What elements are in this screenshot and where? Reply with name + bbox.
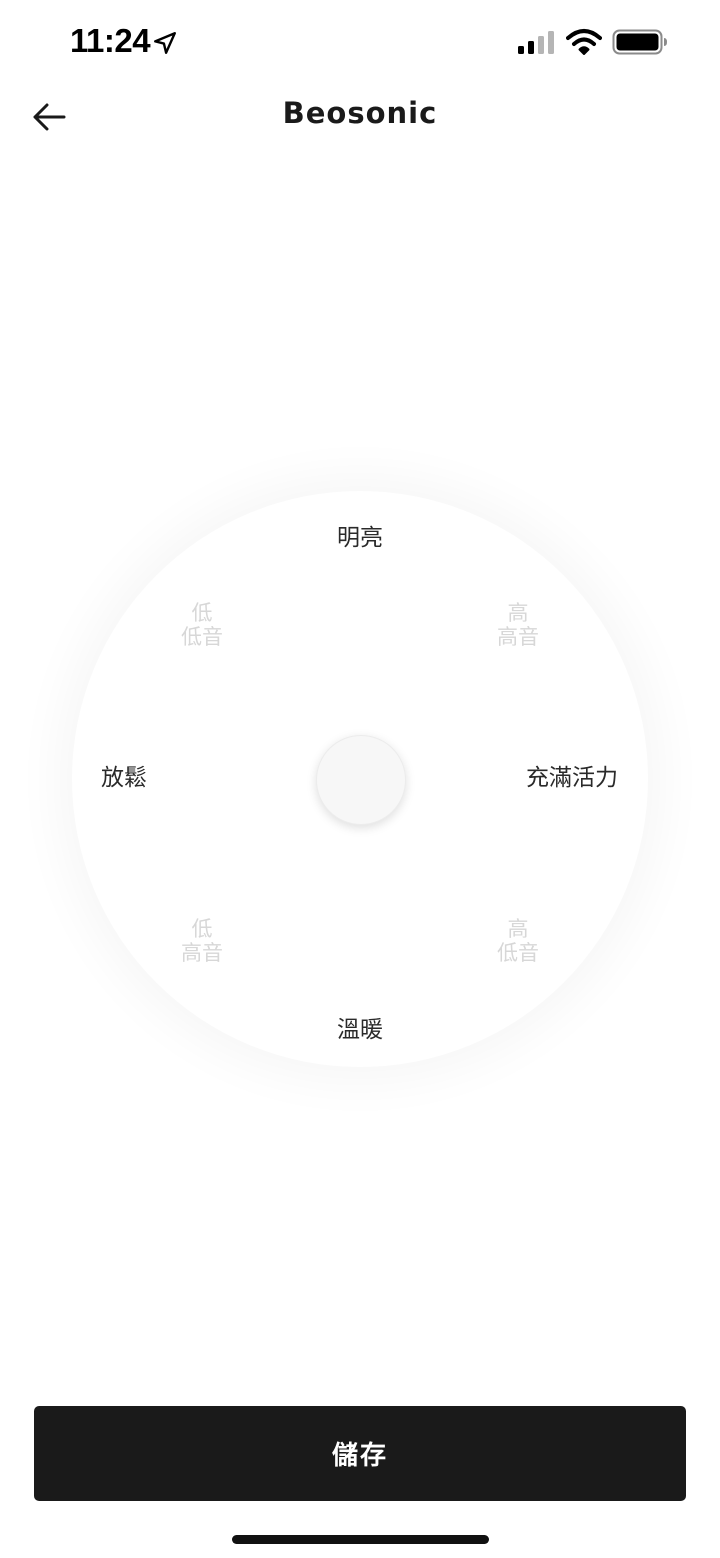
home-indicator — [232, 1535, 489, 1544]
tone-line: 高音 — [181, 941, 223, 965]
mood-label-relaxed: 放鬆 — [101, 765, 147, 791]
mood-label-bright: 明亮 — [337, 525, 383, 551]
tone-line: 高 — [507, 917, 529, 941]
location-arrow-icon — [154, 32, 176, 54]
tone-line: 高音 — [497, 625, 539, 649]
save-button[interactable]: 儲存 — [34, 1406, 686, 1501]
tone-line: 低音 — [497, 941, 539, 965]
screen: 11:24 Beosonic 明亮 溫暖 放鬆 充滿活力 低 低音 高 高音 低… — [0, 0, 720, 1558]
wheel-knob-handle[interactable] — [316, 735, 406, 825]
nav-bar: Beosonic — [0, 86, 720, 146]
mood-label-warm: 溫暖 — [337, 1017, 383, 1043]
status-bar: 11:24 — [0, 0, 720, 86]
tone-label-top-right: 高 高音 — [478, 601, 558, 649]
status-time: 11:24 — [70, 22, 151, 59]
cellular-signal-icon — [518, 31, 554, 54]
battery-icon — [612, 29, 667, 55]
page-title: Beosonic — [282, 96, 438, 130]
tone-label-top-left: 低 低音 — [162, 601, 242, 649]
tone-line: 低 — [191, 601, 213, 625]
tone-label-bottom-left: 低 高音 — [162, 917, 242, 965]
tone-line: 低音 — [181, 625, 223, 649]
sound-wheel[interactable]: 明亮 溫暖 放鬆 充滿活力 低 低音 高 高音 低 高音 高 低音 — [72, 491, 648, 1067]
wifi-icon — [566, 29, 602, 55]
mood-label-energetic: 充滿活力 — [526, 765, 618, 791]
tone-line: 低 — [191, 917, 213, 941]
tone-label-bottom-right: 高 低音 — [478, 917, 558, 965]
tone-line: 高 — [507, 601, 529, 625]
